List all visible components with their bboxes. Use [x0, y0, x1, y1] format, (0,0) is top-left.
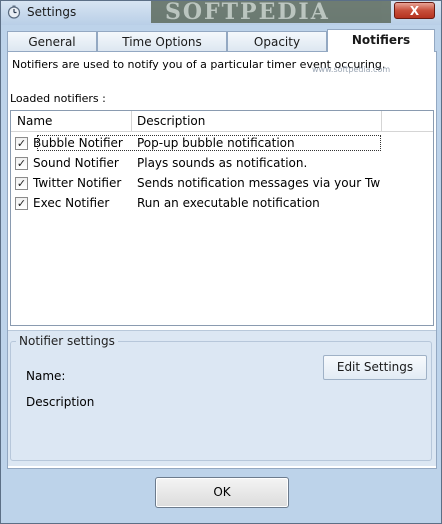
group-title: Notifier settings — [16, 334, 118, 348]
notifier-description: Pop-up bubble notification — [137, 136, 295, 150]
tab-general[interactable]: General — [7, 31, 97, 51]
title-bar[interactable]: Settings SOFTPEDIA X — [1, 1, 441, 25]
list-header: Name Description — [11, 111, 433, 132]
column-divider[interactable] — [381, 111, 382, 131]
notifier-name: Exec Notifier — [33, 196, 110, 210]
notifiers-panel: Notifiers are used to notify you of a pa… — [7, 51, 437, 469]
notifier-settings-group: Notifier settings Name: Description Edit… — [8, 330, 436, 466]
description-label: Description — [26, 395, 95, 409]
ok-button[interactable]: OK — [155, 477, 289, 508]
edit-settings-button[interactable]: Edit Settings — [323, 355, 427, 380]
list-item[interactable]: ✓ Twitter Notifier Sends notification me… — [11, 173, 433, 193]
list-item[interactable]: ✓ Bubble Notifier Pop-up bubble notifica… — [11, 133, 433, 153]
notifier-name: Sound Notifier — [33, 156, 119, 170]
column-header-name[interactable]: Name — [11, 111, 131, 131]
notifier-checkbox[interactable]: ✓ — [15, 177, 28, 190]
notifier-checkbox[interactable]: ✓ — [15, 197, 28, 210]
softpedia-watermark: SOFTPEDIA — [151, 1, 391, 23]
notifiers-list[interactable]: Name Description ✓ Bubble Notifier Pop-u… — [10, 110, 434, 326]
notifier-description: Sends notification messages via your Twi… — [137, 176, 381, 190]
timer-icon — [7, 5, 21, 19]
notifier-description: Plays sounds as notification. — [137, 156, 308, 170]
tab-opacity[interactable]: Opacity — [227, 31, 327, 51]
window-title: Settings — [27, 5, 77, 19]
softpedia-url-mark: www.softpedia.com — [312, 65, 391, 74]
name-label: Name: — [26, 369, 66, 383]
notifier-checkbox[interactable]: ✓ — [15, 137, 28, 150]
notifier-checkbox[interactable]: ✓ — [15, 157, 28, 170]
tab-time-options[interactable]: Time Options — [97, 31, 227, 51]
tab-notifiers[interactable]: Notifiers — [327, 29, 435, 52]
notifier-name: Bubble Notifier — [33, 136, 123, 150]
column-header-description[interactable]: Description — [131, 111, 381, 131]
list-item[interactable]: ✓ Exec Notifier Run an executable notifi… — [11, 193, 433, 213]
tab-strip: General Time Options Opacity Notifiers — [7, 29, 437, 52]
close-button[interactable]: X — [394, 2, 435, 19]
notifier-name: Twitter Notifier — [33, 176, 122, 190]
settings-window: Settings SOFTPEDIA X General Time Option… — [0, 0, 442, 524]
loaded-notifiers-label: Loaded notifiers : — [10, 92, 106, 105]
notifier-description: Run an executable notification — [137, 196, 320, 210]
list-item[interactable]: ✓ Sound Notifier Plays sounds as notific… — [11, 153, 433, 173]
